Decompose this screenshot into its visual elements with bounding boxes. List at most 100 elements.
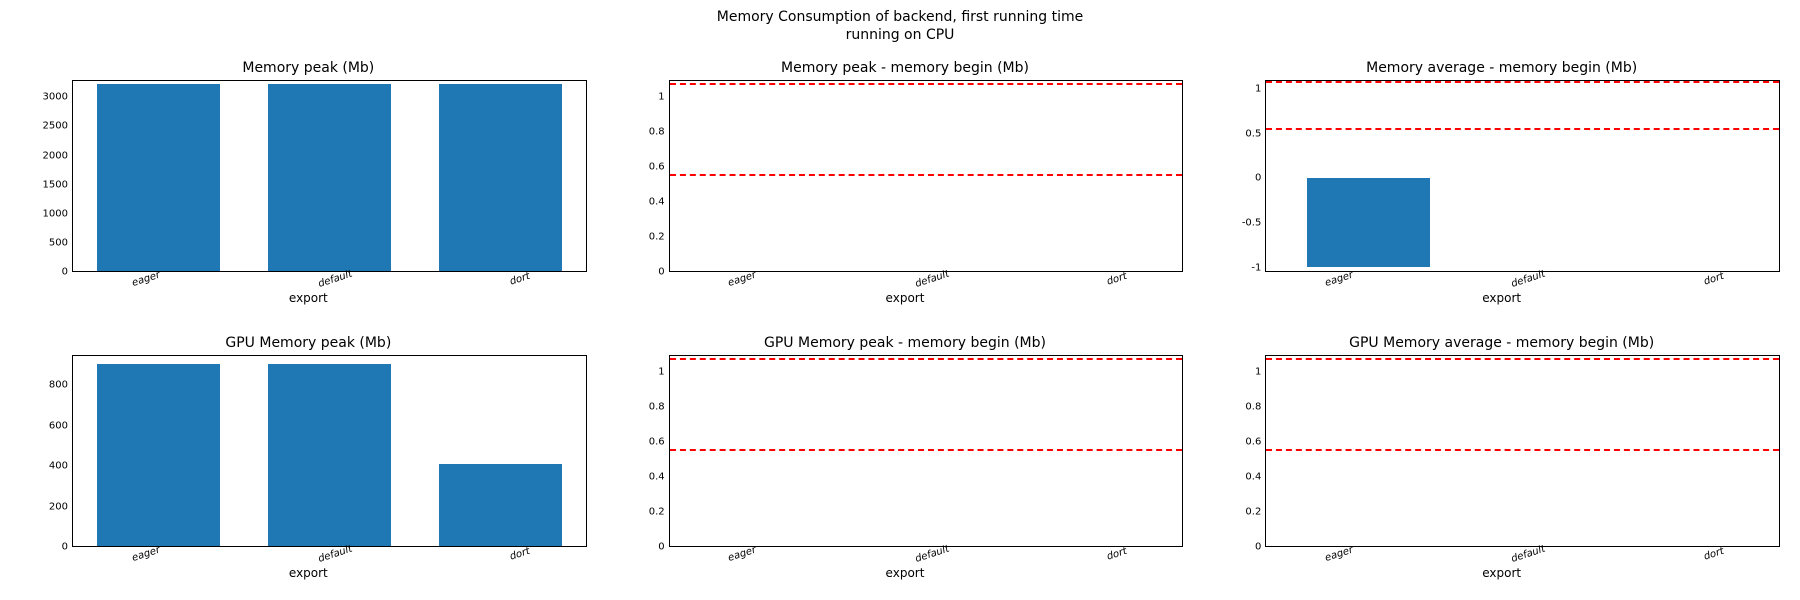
xtick: eager [1324,270,1355,289]
subplot-title: Memory average - memory begin (Mb) [1366,60,1637,76]
bar-default [268,364,391,546]
xtick: eager [130,270,161,289]
ytick: 200 [49,501,68,512]
ytick: 0.6 [649,162,665,173]
plot-area [72,80,587,272]
plot-area [1265,355,1780,547]
y-axis: 1 0.8 0.6 0.4 0.2 0 [627,80,669,272]
ref-line-low [670,174,1183,176]
ref-line-low [1266,449,1779,451]
subplot-title: Memory peak - memory begin (Mb) [781,60,1029,76]
subplot-title: Memory peak (Mb) [242,60,374,76]
ytick: 600 [49,420,68,431]
x-label: export [1482,566,1521,580]
ytick: 0 [658,267,664,278]
plot-area [1265,80,1780,272]
xtick: dort [509,546,532,563]
subplot-gpu-memory-avg-delta: GPU Memory average - memory begin (Mb) 1… [1223,335,1780,580]
bar-dort [439,84,562,271]
xtick: eager [727,545,758,564]
ytick: 2500 [43,121,68,132]
plot-area [669,80,1184,272]
xtick: eager [727,270,758,289]
xtick: dort [1106,271,1129,288]
ytick: 0 [62,542,68,553]
ytick: 0.6 [1245,437,1261,448]
ytick: 0 [658,542,664,553]
ytick: 1 [1255,84,1261,95]
x-label: export [886,566,925,580]
suptitle-line1: Memory Consumption of backend, first run… [717,9,1083,25]
bar-eager [1307,178,1430,266]
ytick: 400 [49,461,68,472]
xtick: dort [509,271,532,288]
ytick: 500 [49,237,68,248]
bar-default [268,84,391,271]
suptitle-line2: running on CPU [846,27,955,43]
suptitle: Memory Consumption of backend, first run… [0,8,1800,44]
subplot-title: GPU Memory peak (Mb) [225,335,391,351]
x-label: export [1482,291,1521,305]
subplot-memory-peak-delta: Memory peak - memory begin (Mb) 1 0.8 0.… [627,60,1184,305]
ytick: -1 [1251,262,1261,273]
ref-line-high [670,358,1183,360]
ytick: 1 [658,367,664,378]
figure: Memory Consumption of backend, first run… [0,0,1800,600]
ref-line-low [670,449,1183,451]
y-axis: 1 0.8 0.6 0.4 0.2 0 [1223,355,1265,547]
subplot-memory-avg-delta: Memory average - memory begin (Mb) 1 0.5… [1223,60,1780,305]
ytick: 0.4 [649,197,665,208]
ref-line-low [1266,128,1779,130]
ytick: 0 [1255,173,1261,184]
ytick: -0.5 [1242,217,1262,228]
ytick: 3000 [43,92,68,103]
x-ticks: eager default dort [9,274,608,285]
ref-line-high [670,83,1183,85]
xtick: eager [1324,545,1355,564]
y-axis: 800 600 400 200 0 [30,355,72,547]
xtick: eager [130,545,161,564]
ytick: 0.8 [649,402,665,413]
y-axis: 3000 2500 2000 1500 1000 500 0 [30,80,72,272]
ytick: 0 [62,267,68,278]
y-axis: 1 0.5 0 -0.5 -1 [1223,80,1265,272]
bar-eager [97,364,220,546]
ytick: 2000 [43,150,68,161]
x-ticks: eager default dort [606,274,1205,285]
xtick: dort [1702,271,1725,288]
ytick: 0.2 [1245,507,1261,518]
x-label: export [886,291,925,305]
subplot-grid: Memory peak (Mb) 3000 2500 2000 1500 100… [30,60,1780,580]
subplot-gpu-memory-peak: GPU Memory peak (Mb) 800 600 400 200 0 [30,335,587,580]
ytick: 800 [49,380,68,391]
ytick: 0 [1255,542,1261,553]
ytick: 0.2 [649,507,665,518]
ytick: 0.4 [1245,472,1261,483]
bar-dort [439,464,562,546]
ytick: 0.4 [649,472,665,483]
ytick: 1500 [43,179,68,190]
ytick: 1 [658,92,664,103]
plot-area [669,355,1184,547]
ytick: 0.8 [1245,402,1261,413]
bar-eager [97,84,220,271]
xtick: dort [1106,546,1129,563]
ytick: 1 [1255,367,1261,378]
subplot-gpu-memory-peak-delta: GPU Memory peak - memory begin (Mb) 1 0.… [627,335,1184,580]
ytick: 0.5 [1245,128,1261,139]
ytick: 1000 [43,208,68,219]
subplot-title: GPU Memory peak - memory begin (Mb) [764,335,1046,351]
ref-line-high [1266,358,1779,360]
subplot-memory-peak: Memory peak (Mb) 3000 2500 2000 1500 100… [30,60,587,305]
ytick: 0.6 [649,437,665,448]
y-axis: 1 0.8 0.6 0.4 0.2 0 [627,355,669,547]
ref-line-high [1266,81,1779,83]
ytick: 0.2 [649,232,665,243]
subplot-title: GPU Memory average - memory begin (Mb) [1349,335,1654,351]
x-ticks: eager default dort [9,549,608,560]
x-label: export [289,291,328,305]
x-ticks: eager default dort [1202,274,1800,285]
ytick: 0.8 [649,127,665,138]
x-ticks: eager default dort [606,549,1205,560]
xtick: dort [1702,546,1725,563]
